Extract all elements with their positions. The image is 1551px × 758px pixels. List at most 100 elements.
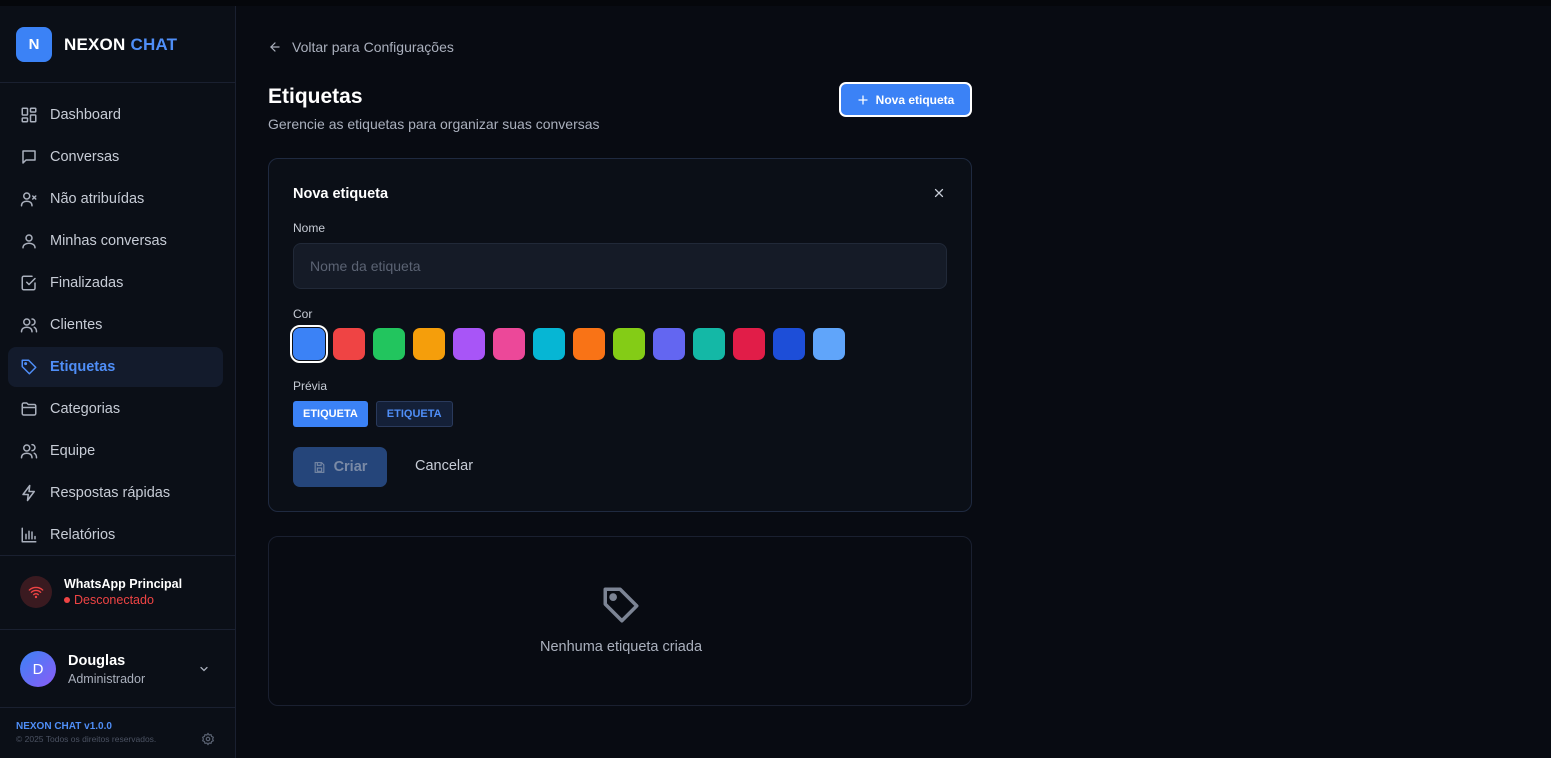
color-swatch[interactable] xyxy=(613,328,645,360)
page-subtitle: Gerencie as etiquetas para organizar sua… xyxy=(268,116,600,132)
new-tag-form: Nova etiqueta Nome Nome da etiqueta Cor … xyxy=(268,158,972,512)
sidebar-item-conversas[interactable]: Conversas xyxy=(8,137,223,177)
color-swatch[interactable] xyxy=(290,325,328,363)
color-swatch[interactable] xyxy=(573,328,605,360)
cancel-button[interactable]: Cancelar xyxy=(415,458,473,474)
create-button[interactable]: Criar xyxy=(293,447,387,487)
gear-icon[interactable] xyxy=(201,732,215,746)
user-name: Douglas xyxy=(68,652,126,669)
user-x-icon xyxy=(20,192,37,207)
sidebar-item-label: Minhas conversas xyxy=(50,233,167,249)
sidebar-item-label: Clientes xyxy=(50,317,103,333)
sidebar: N NEXON CHAT Dashboard Conversas Não atribu… xyxy=(0,6,236,758)
close-icon[interactable] xyxy=(933,187,945,199)
chat-icon xyxy=(22,150,36,164)
color-swatch[interactable] xyxy=(773,328,805,360)
tags-empty-state: Nenhuma etiqueta criada xyxy=(268,536,972,706)
sidebar-item-label: Relatórios xyxy=(50,527,116,543)
user-menu[interactable]: D Douglas Administrador xyxy=(20,651,220,687)
color-swatch[interactable] xyxy=(693,328,725,360)
sidebar-item-label: Finalizadas xyxy=(50,275,124,291)
sidebar-item-label: Conversas xyxy=(50,149,120,165)
color-swatch[interactable] xyxy=(413,328,445,360)
status-dot xyxy=(64,597,70,603)
tag-preview: ETIQUETA ETIQUETA xyxy=(293,401,453,427)
whatsapp-status-text: Desconectado xyxy=(74,593,154,607)
sidebar-item-etiquetas[interactable]: Etiquetas xyxy=(8,347,223,387)
folder-icon xyxy=(21,402,37,416)
sidebar-item-label: Não atribuídas xyxy=(50,191,145,207)
check-square-icon xyxy=(21,275,36,291)
bar-chart-icon xyxy=(21,527,37,543)
whatsapp-status: Desconectado xyxy=(64,593,182,607)
tag-icon xyxy=(603,587,639,623)
users-icon xyxy=(20,318,38,333)
divider xyxy=(0,82,235,83)
form-title: Nova etiqueta xyxy=(293,186,389,202)
sidebar-item-minhas-conversas[interactable]: Minhas conversas xyxy=(8,221,223,261)
back-link-label: Voltar para Configurações xyxy=(292,39,454,55)
plus-icon xyxy=(858,94,868,105)
sidebar-item-categorias[interactable]: Categorias xyxy=(8,389,223,429)
color-swatch[interactable] xyxy=(733,328,765,360)
sidebar-item-label: Dashboard xyxy=(50,107,121,123)
zap-icon xyxy=(22,484,35,502)
user-icon xyxy=(22,234,36,249)
sidebar-item-label: Categorias xyxy=(50,401,121,417)
new-tag-button[interactable]: Nova etiqueta xyxy=(839,82,972,117)
back-link[interactable]: Voltar para Configurações xyxy=(268,39,454,55)
tag-icon xyxy=(21,359,37,375)
new-tag-button-label: Nova etiqueta xyxy=(875,92,955,107)
brand[interactable]: N NEXON CHAT xyxy=(16,27,177,62)
preview-label: Prévia xyxy=(293,379,328,393)
color-swatch[interactable] xyxy=(333,328,365,360)
color-swatch[interactable] xyxy=(373,328,405,360)
sidebar-item-finalizadas[interactable]: Finalizadas xyxy=(8,263,223,303)
color-swatch[interactable] xyxy=(533,328,565,360)
brand-logo: N xyxy=(16,27,52,62)
main-content: Voltar para Configurações Etiquetas Gere… xyxy=(236,6,1551,758)
tag-name-placeholder: Nome da etiqueta xyxy=(310,258,421,274)
preview-pill-solid: ETIQUETA xyxy=(293,401,368,427)
sidebar-item-label: Equipe xyxy=(50,443,96,459)
sidebar-item-clientes[interactable]: Clientes xyxy=(8,305,223,345)
preview-pill-outline: ETIQUETA xyxy=(375,401,453,427)
color-swatch[interactable] xyxy=(493,328,525,360)
wifi-icon xyxy=(20,576,52,608)
whatsapp-name: WhatsApp Principal xyxy=(64,577,183,591)
tag-name-input[interactable]: Nome da etiqueta xyxy=(293,243,947,289)
chevron-down-icon[interactable] xyxy=(198,663,210,675)
page-title: Etiquetas xyxy=(268,85,363,108)
sidebar-item-dashboard[interactable]: Dashboard xyxy=(8,95,223,135)
save-icon xyxy=(314,461,324,473)
color-label: Cor xyxy=(293,307,313,321)
color-swatch[interactable] xyxy=(653,328,685,360)
name-label: Nome xyxy=(293,221,326,235)
divider xyxy=(0,555,235,556)
sidebar-item-respostas-rapidas[interactable]: Respostas rápidas xyxy=(8,473,223,513)
team-icon xyxy=(20,443,38,459)
sidebar-item-nao-atribuidas[interactable]: Não atribuídas xyxy=(8,179,223,219)
sidebar-item-relatorios[interactable]: Relatórios xyxy=(8,515,223,555)
color-swatch[interactable] xyxy=(813,328,845,360)
color-picker xyxy=(290,325,853,363)
color-swatch[interactable] xyxy=(453,328,485,360)
empty-state-text: Nenhuma etiqueta criada xyxy=(539,639,703,655)
user-role: Administrador xyxy=(68,671,146,686)
whatsapp-connection[interactable]: WhatsApp Principal Desconectado xyxy=(20,576,182,608)
avatar: D xyxy=(20,651,56,687)
copyright-text: © 2025 Todos os direitos reservados. xyxy=(16,734,157,744)
version-info: NEXON CHAT v1.0.0 © 2025 Todos os direit… xyxy=(16,721,156,744)
dashboard-icon xyxy=(21,107,37,123)
divider xyxy=(0,707,235,708)
divider xyxy=(0,629,235,630)
sidebar-item-label: Etiquetas xyxy=(50,359,116,375)
version-text: NEXON CHAT v1.0.0 xyxy=(16,721,112,732)
brand-name-part2: CHAT xyxy=(130,34,178,54)
arrow-left-icon xyxy=(270,42,280,52)
sidebar-item-equipe[interactable]: Equipe xyxy=(8,431,223,471)
brand-name-part1: NEXON xyxy=(64,34,126,54)
brand-name: NEXON CHAT xyxy=(64,35,177,55)
sidebar-item-label: Respostas rápidas xyxy=(50,485,171,501)
create-button-label: Criar xyxy=(333,459,368,475)
